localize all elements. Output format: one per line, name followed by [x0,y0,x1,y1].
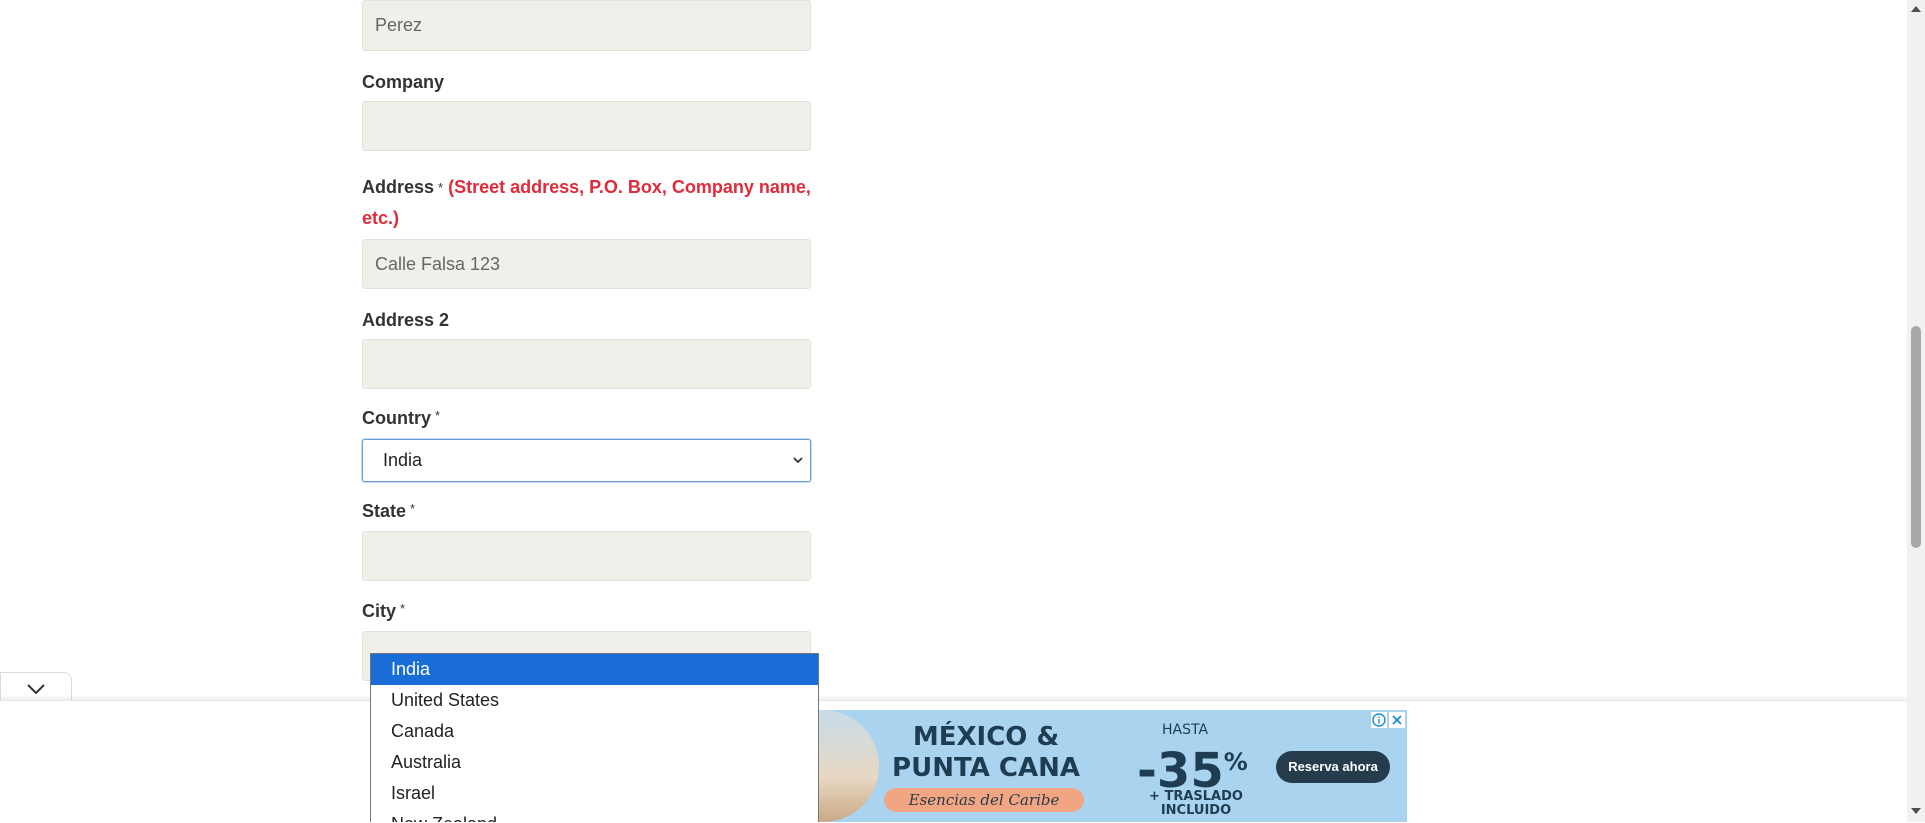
company-label: Company [362,72,445,92]
country-selected-value: India [383,450,423,470]
scroll-down-arrow-icon[interactable] [1910,806,1922,816]
address-label-group: Address * (Street address, P.O. Box, Comp… [362,172,822,234]
dropdown-option[interactable]: Israel [371,778,818,809]
country-required-mark: * [435,408,441,423]
chevron-down-icon [27,684,45,695]
ad-extra: + TRASLADO INCLUIDO [1141,790,1251,818]
country-select[interactable]: India [362,439,811,482]
state-label: State [362,501,407,521]
ad-extra-line2: INCLUIDO [1160,803,1232,818]
ad-headline-line2: PUNTA CANA [892,753,1080,783]
dropdown-option[interactable]: United States [371,685,818,716]
ad-discount-unit: % [1223,748,1248,776]
ad-headline: MÉXICO & PUNTA CANA [881,722,1091,784]
ad-cta-button[interactable]: Reserva ahora [1276,751,1390,783]
address-input[interactable]: Calle Falsa 123 [362,239,811,289]
dropdown-option[interactable]: New Zealand [371,809,818,822]
ad-tagline: Esencias del Caribe [884,788,1084,812]
dropdown-option[interactable]: Canada [371,716,818,747]
address-required-mark: * [438,180,444,195]
last-name-input[interactable]: Perez [362,0,811,51]
state-label-group: State * [362,501,415,522]
ad-controls [1371,712,1405,728]
address-label: Address [362,177,435,197]
ad-close-icon[interactable] [1389,712,1405,728]
address-hint-cont: etc.) [362,208,400,228]
city-required-mark: * [400,601,406,616]
ad-banner[interactable]: MÉXICO & PUNTA CANA Esencias del Caribe … [819,710,1407,822]
address-hint: (Street address, P.O. Box, Company name, [448,177,811,197]
ad-collapse-button[interactable] [0,672,72,702]
scroll-up-arrow-icon[interactable] [1910,4,1922,14]
city-label-group: City * [362,601,405,622]
state-required-mark: * [410,501,416,516]
ad-beach-photo [819,710,879,822]
ad-info-icon[interactable] [1371,712,1387,728]
ad-extra-line1: + TRASLADO [1149,789,1243,804]
dropdown-option[interactable]: India [371,654,818,685]
address2-label: Address 2 [362,310,450,330]
dropdown-option[interactable]: Australia [371,747,818,778]
company-input[interactable] [362,101,811,151]
country-dropdown-list[interactable]: IndiaUnited StatesCanadaAustraliaIsraelN… [370,653,819,822]
chevron-down-icon [793,457,803,464]
country-label-group: Country * [362,408,440,429]
state-input[interactable] [362,531,811,581]
address2-input[interactable] [362,339,811,389]
country-label: Country [362,408,431,428]
scrollbar-thumb[interactable] [1911,326,1921,548]
page-scrollbar[interactable] [1907,0,1925,822]
city-label: City [362,601,397,621]
ad-headline-line1: MÉXICO & [912,722,1060,752]
